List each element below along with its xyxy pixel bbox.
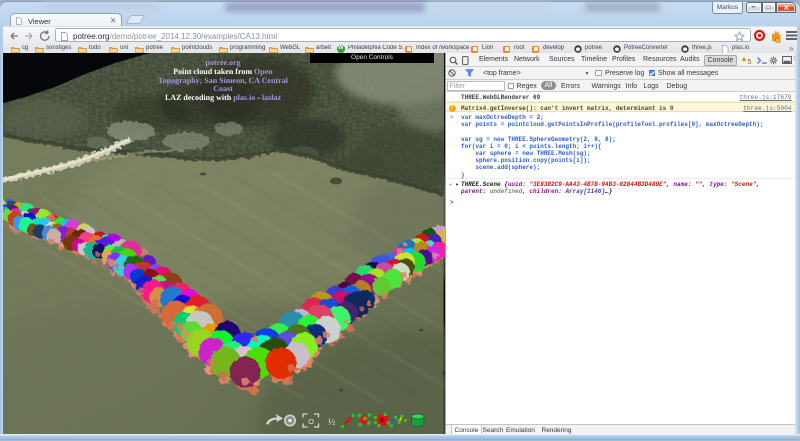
svg-text:½: ½ [328,417,335,428]
svg-text:O: O [308,417,314,426]
